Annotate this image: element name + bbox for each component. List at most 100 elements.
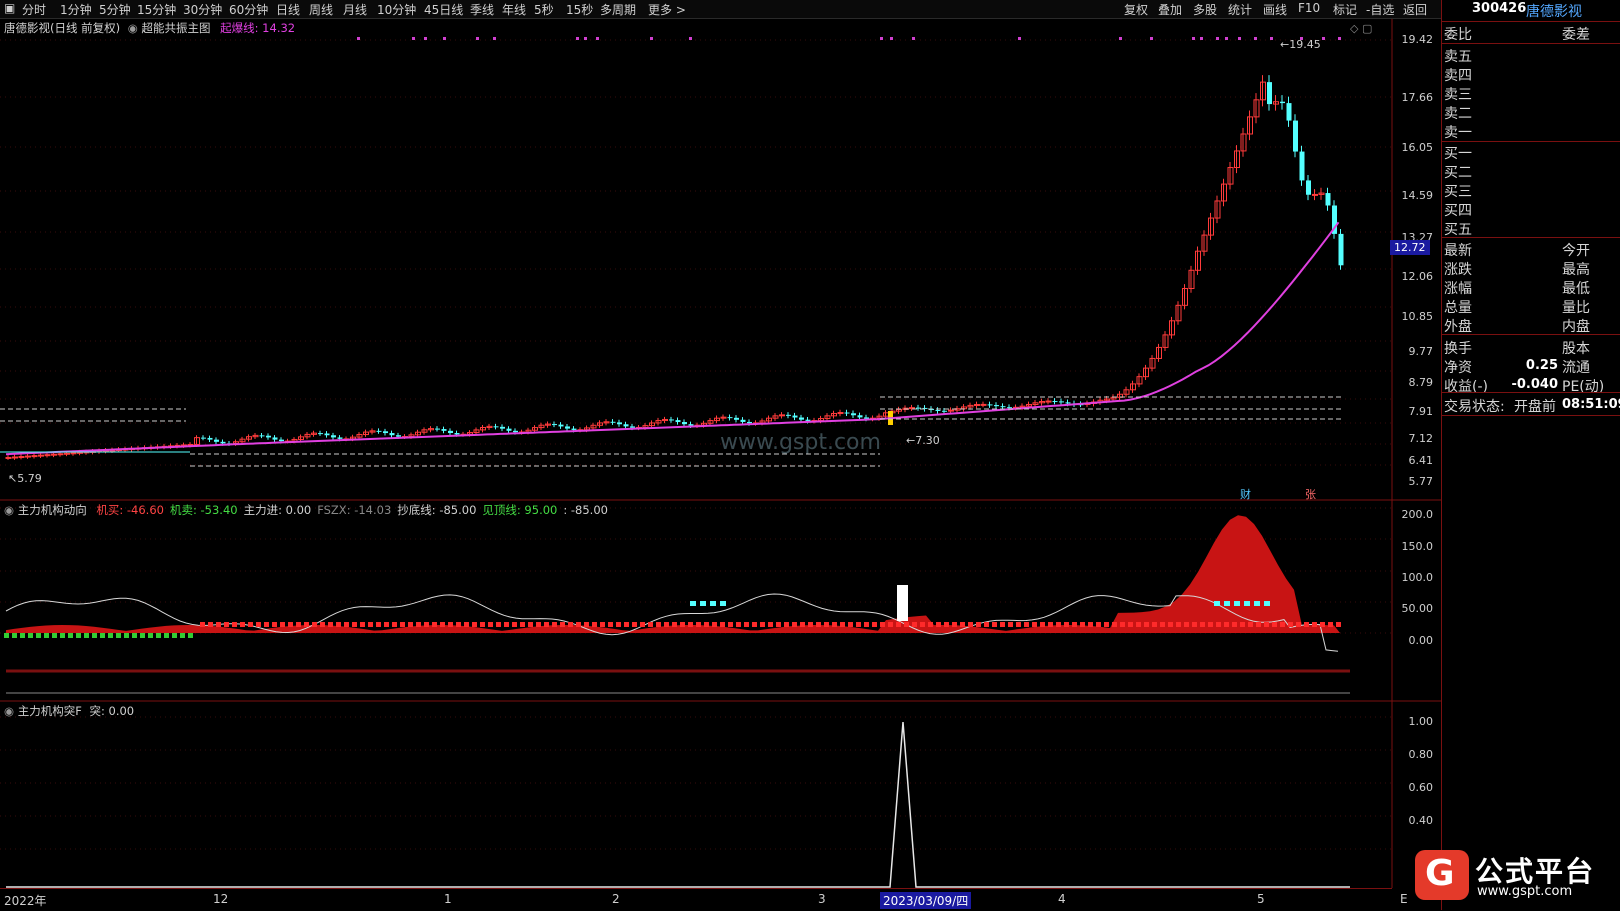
y-tick-label: 0.40 [1408, 814, 1434, 827]
candle-body [682, 422, 687, 425]
cyan-marker [1244, 601, 1250, 606]
pane2-title[interactable]: 主力机构动向 [18, 503, 87, 517]
period-tab-8[interactable]: 月线 [343, 1, 367, 18]
buy-marker [12, 633, 17, 638]
buy-marker [100, 633, 105, 638]
y-tick-label: 5.77 [1408, 475, 1434, 488]
candle-body [318, 433, 323, 435]
sell-marker [936, 622, 941, 627]
period-tab-16[interactable]: 更多 > [648, 1, 686, 18]
sell-marker [904, 622, 909, 627]
buy-marker [164, 633, 169, 638]
pane2-item: FSZX: -14.03 [317, 503, 392, 517]
signal-dot [1150, 37, 1153, 40]
toolbar-action-3[interactable]: 统计 [1228, 1, 1252, 18]
signal-dot [1018, 37, 1021, 40]
sell-marker [752, 622, 757, 627]
toolbar-action-1[interactable]: 叠加 [1158, 1, 1182, 18]
signal-dot [1270, 37, 1273, 40]
sell-marker [1064, 622, 1069, 627]
sell-marker [264, 622, 269, 627]
sell-marker [504, 622, 509, 627]
period-tab-5[interactable]: 60分钟 [229, 1, 268, 18]
toolbar-action-6[interactable]: 标记 [1333, 1, 1357, 18]
sell-marker [792, 622, 797, 627]
period-tab-2[interactable]: 5分钟 [99, 1, 131, 18]
sell-marker [992, 622, 997, 627]
period-tab-14[interactable]: 15秒 [566, 1, 593, 18]
toolbar-action-8[interactable]: 返回 [1403, 1, 1427, 18]
sell-marker [800, 622, 805, 627]
pane3-title[interactable]: 主力机构突F [18, 704, 82, 718]
quote-label: 涨幅 [1444, 281, 1472, 297]
sell-marker [648, 622, 653, 627]
time-tick-label: 5 [1257, 892, 1265, 906]
period-tab-10[interactable]: 45日线 [424, 1, 463, 18]
pane2-item: 机买: -46.60 [96, 503, 164, 517]
toolbar-action-2[interactable]: 多股 [1193, 1, 1217, 18]
y-tick-label: 8.79 [1408, 376, 1434, 389]
sell-marker [1264, 622, 1269, 627]
toolbar-action-5[interactable]: F10 [1298, 1, 1320, 15]
period-tab-13[interactable]: 5秒 [534, 1, 554, 18]
period-tab-1[interactable]: 1分钟 [60, 1, 92, 18]
trade-status-label: 交易状态: [1444, 399, 1505, 415]
sell-marker [520, 622, 525, 627]
period-tab-4[interactable]: 30分钟 [183, 1, 222, 18]
sell-marker [928, 622, 933, 627]
marker-cai[interactable]: 财 [1240, 486, 1251, 502]
signal-dot [650, 37, 653, 40]
sell-marker [592, 622, 597, 627]
period-tab-15[interactable]: 多周期 [600, 1, 636, 18]
period-tab-7[interactable]: 周线 [309, 1, 333, 18]
period-tab-12[interactable]: 年线 [502, 1, 526, 18]
indicator-name[interactable]: 超能共振主图 [142, 21, 211, 35]
sell-marker [1016, 622, 1021, 627]
pane3-toggle-icon[interactable]: ◉ [4, 704, 14, 718]
period-tab-6[interactable]: 日线 [276, 1, 300, 18]
y-tick-label: 0.00 [1408, 634, 1434, 647]
y-tick-label: 150.0 [1401, 540, 1434, 553]
pane3-title-row: ◉ 主力机构突F 突: 0.00 [4, 703, 134, 719]
period-tab-11[interactable]: 季线 [470, 1, 494, 18]
sell-level-label: 卖一 [1444, 125, 1472, 141]
pane2-toggle-icon[interactable]: ◉ [4, 503, 14, 517]
sell-level-label: 卖二 [1444, 106, 1472, 122]
candle-body [272, 437, 278, 440]
marker-zhang[interactable]: 张 [1305, 486, 1316, 502]
y-tick-label: 0.60 [1408, 781, 1434, 794]
period-tab-3[interactable]: 15分钟 [137, 1, 176, 18]
candle-body [740, 419, 746, 422]
sell-marker [784, 622, 789, 627]
buy-marker [116, 633, 121, 638]
sell-marker [1280, 622, 1285, 627]
sell-marker [536, 622, 541, 627]
fin-value: -0.040 [1511, 377, 1558, 392]
candle-body [448, 430, 453, 434]
chart-settings-icons[interactable]: ◇ ▢ [1350, 22, 1372, 35]
quote-label: 最新 [1444, 243, 1472, 259]
candle-body [64, 452, 70, 455]
sell-marker [296, 622, 301, 627]
candle-body [57, 453, 64, 456]
period-tab-9[interactable]: 10分钟 [377, 1, 416, 18]
signal-dot [493, 37, 496, 40]
candle-body [799, 417, 804, 420]
white-signal-bar [897, 585, 908, 621]
sell-marker [688, 622, 693, 627]
toolbar-action-4[interactable]: 画线 [1263, 1, 1287, 18]
sell-marker [1168, 622, 1173, 627]
toolbar-action-7[interactable]: -自选 [1366, 1, 1394, 18]
sell-marker [1272, 622, 1277, 627]
indicator-toggle-icon[interactable]: ◉ [128, 21, 138, 35]
buy-level-label: 买一 [1444, 146, 1472, 162]
period-tab-0[interactable]: 分时 [22, 1, 46, 18]
sell-marker [1024, 622, 1029, 627]
toolbar-action-0[interactable]: 复权 [1124, 1, 1148, 18]
menu-icon[interactable]: ▣ [4, 1, 15, 15]
candle-body [389, 433, 395, 436]
candle-body [980, 403, 987, 406]
sell-marker [1232, 622, 1237, 627]
sell-marker [312, 622, 317, 627]
sell-marker [1336, 622, 1341, 627]
